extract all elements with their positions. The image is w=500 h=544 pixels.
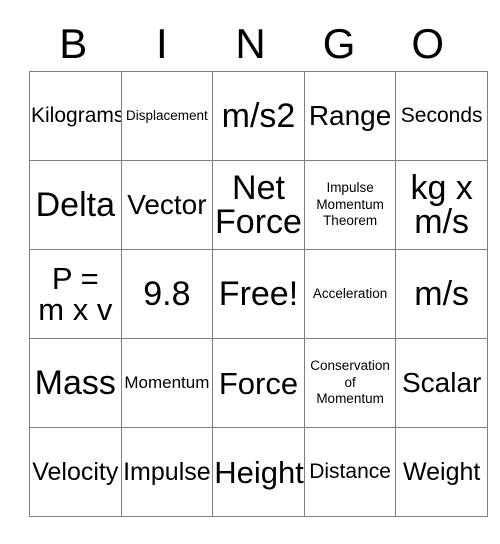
bingo-cell[interactable]: Conservation of Momentum bbox=[303, 338, 397, 428]
bingo-cell[interactable]: Scalar bbox=[395, 338, 488, 428]
bingo-row: Kilograms Displacement m/s2 Range Second… bbox=[29, 71, 488, 161]
bingo-cell-label: m/s2 bbox=[221, 97, 296, 135]
bingo-row: Velocity Impulse Height Distance Weight bbox=[29, 427, 488, 517]
bingo-cell-label: Height bbox=[214, 454, 304, 490]
bingo-free-space-label: Free! bbox=[218, 275, 299, 313]
bingo-row: P = m x v 9.8 Free! Acceleration m/s bbox=[29, 249, 488, 339]
bingo-row: Delta Vector Net Force Impulse Momentum … bbox=[29, 160, 488, 250]
bingo-card: B I N G O Kilograms Displacement m/s2 Ra… bbox=[29, 0, 488, 517]
bingo-grid: Kilograms Displacement m/s2 Range Second… bbox=[29, 71, 488, 517]
bingo-header-letter-g: G bbox=[322, 20, 356, 67]
bingo-cell[interactable]: Velocity bbox=[29, 427, 122, 517]
bingo-cell[interactable]: 9.8 bbox=[120, 249, 214, 339]
bingo-cell[interactable]: Momentum bbox=[120, 338, 214, 428]
bingo-cell[interactable]: m/s2 bbox=[212, 71, 305, 161]
bingo-cell-label: Net Force bbox=[215, 169, 302, 241]
bingo-header-letter-o: O bbox=[411, 20, 444, 67]
bingo-cell[interactable]: Distance bbox=[303, 427, 397, 517]
bingo-cell-free[interactable]: Free! bbox=[212, 249, 305, 339]
bingo-cell-label: Impulse bbox=[123, 458, 211, 486]
bingo-cell[interactable]: P = m x v bbox=[29, 249, 122, 339]
bingo-cell-label: Kilograms bbox=[31, 103, 122, 127]
bingo-cell[interactable]: kg x m/s bbox=[395, 160, 488, 250]
bingo-cell-label: Vector bbox=[127, 188, 207, 220]
bingo-header-row: B I N G O bbox=[29, 0, 472, 71]
bingo-header-letter-b: B bbox=[59, 20, 88, 67]
bingo-cell-label: 9.8 bbox=[143, 275, 191, 313]
bingo-cell[interactable]: Vector bbox=[120, 160, 214, 250]
bingo-cell[interactable]: Seconds bbox=[395, 71, 488, 161]
bingo-cell[interactable]: Kilograms bbox=[29, 71, 122, 161]
bingo-cell-label: kg x m/s bbox=[410, 169, 473, 241]
bingo-cell-label: Seconds bbox=[400, 103, 483, 127]
bingo-cell-label: Scalar bbox=[401, 366, 482, 398]
bingo-cell[interactable]: Weight bbox=[395, 427, 488, 517]
bingo-cell-label: Distance bbox=[309, 459, 391, 483]
bingo-cell[interactable]: Net Force bbox=[212, 160, 305, 250]
bingo-cell-label: P = m x v bbox=[38, 261, 113, 327]
bingo-header-letter-i: I bbox=[156, 20, 168, 67]
bingo-cell[interactable]: Acceleration bbox=[303, 249, 397, 339]
bingo-cell-label: Delta bbox=[35, 186, 115, 224]
bingo-cell-label: Displacement bbox=[125, 107, 208, 123]
bingo-cell-label: Impulse Momentum Theorem bbox=[316, 180, 384, 229]
bingo-cell[interactable]: Range bbox=[303, 71, 397, 161]
bingo-cell-label: Range bbox=[308, 99, 392, 131]
bingo-cell-label: Weight bbox=[402, 458, 481, 486]
bingo-cell-label: Momentum bbox=[124, 373, 210, 393]
bingo-cell-label: Conservation of Momentum bbox=[310, 358, 390, 407]
bingo-row: Mass Momentum Force Conservation of Mome… bbox=[29, 338, 488, 428]
bingo-cell-label: Velocity bbox=[32, 458, 119, 486]
bingo-cell[interactable]: Force bbox=[212, 338, 305, 428]
bingo-cell-label: m/s bbox=[414, 275, 470, 313]
bingo-header-letter-n: N bbox=[235, 20, 266, 67]
bingo-cell[interactable]: Impulse Momentum Theorem bbox=[303, 160, 397, 250]
bingo-cell-label: Acceleration bbox=[312, 285, 388, 301]
bingo-cell[interactable]: m/s bbox=[395, 249, 488, 339]
bingo-cell[interactable]: Displacement bbox=[120, 71, 214, 161]
bingo-cell[interactable]: Delta bbox=[29, 160, 122, 250]
bingo-cell-label: Force bbox=[218, 365, 299, 401]
bingo-cell[interactable]: Mass bbox=[29, 338, 122, 428]
bingo-cell[interactable]: Height bbox=[212, 427, 305, 517]
bingo-cell-label: Mass bbox=[34, 364, 116, 402]
bingo-cell[interactable]: Impulse bbox=[120, 427, 214, 517]
